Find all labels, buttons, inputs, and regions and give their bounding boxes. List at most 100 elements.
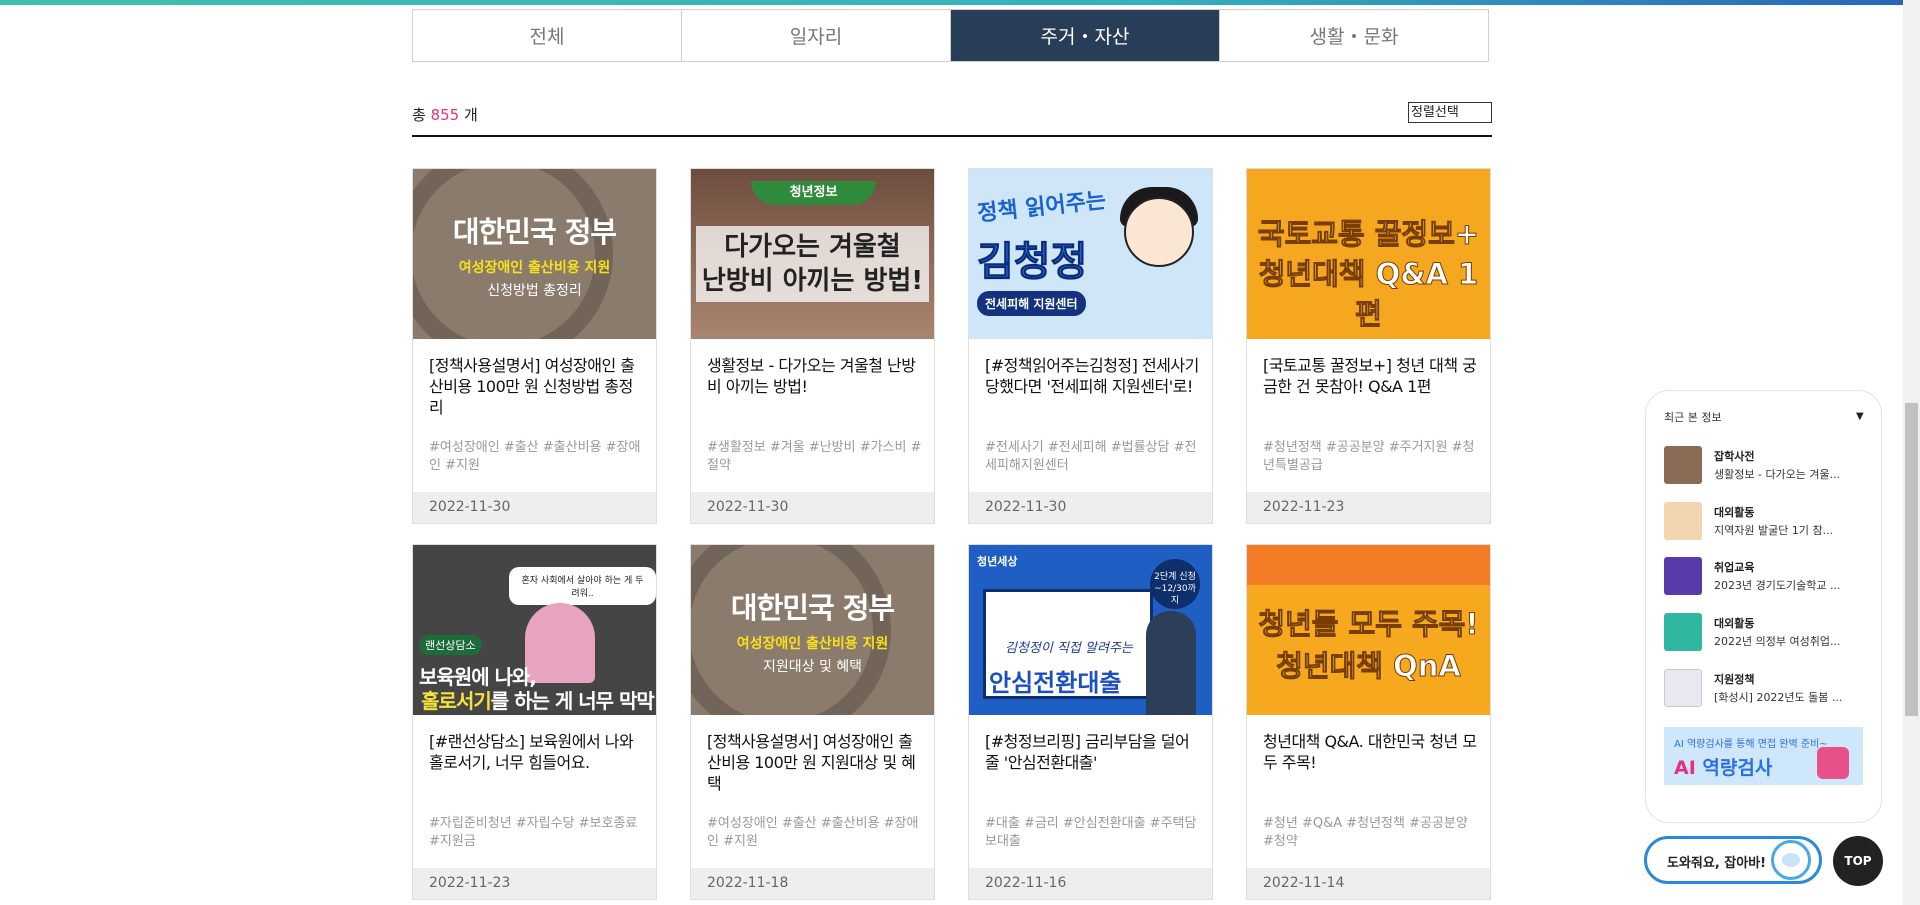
recent-category: 취업교육 [1714, 561, 1755, 574]
top-accent-bar [0, 0, 1920, 5]
card-date: 2022-11-30 [413, 492, 656, 523]
card-tags: #여성장애인 #출산 #출산비용 #장애인 #지원 [707, 816, 919, 849]
tab-all[interactable]: 전체 [413, 10, 682, 61]
content-card[interactable]: 국토교통 꿀정보+ 청년대책 Q&A 1편 [국토교통 꿀정보+] 청년 대책 … [1246, 168, 1491, 524]
thumb-line2: 난방비 아끼는 방법! [701, 266, 924, 296]
thumb-subtitle: 신청방법 총정리 [487, 282, 582, 299]
card-title[interactable]: [정책사용설명서] 여성장애인 출산비용 100만 원 지원대상 및 혜택 [707, 731, 922, 794]
ai-assessment-banner[interactable]: AI 역량검사를 통해 면접 완벽 준비~ AI 역량검사 [1664, 727, 1863, 785]
result-count: 총 855 개 [412, 104, 478, 125]
tab-jobs[interactable]: 일자리 [682, 10, 951, 61]
recent-title: 지역자원 발굴단 1기 참... [1714, 524, 1834, 537]
recent-title: 생활정보 - 다가오는 겨울... [1714, 468, 1841, 481]
card-tags: #청년 #Q&A #청년정책 #공공분양 #청약 [1263, 816, 1468, 849]
recent-category: 지원정책 [1714, 673, 1755, 686]
thumb-decoration [1247, 545, 1490, 585]
recent-title: 2022년 의정부 여성취업... [1714, 635, 1841, 648]
card-tags: #청년정책 #공공분양 #주거지원 #청년특별공급 [1263, 440, 1475, 473]
thumb-subtitle: 지원대상 및 혜택 [762, 658, 863, 675]
thumb-line2: 청년대책 Q&A 1편 [1258, 257, 1479, 332]
scrollbar-thumb[interactable] [1905, 403, 1918, 716]
card-title[interactable]: [국토교통 꿀정보+] 청년 대책 궁금한 건 못참아! Q&A 1편 [1263, 355, 1478, 397]
sort-select[interactable]: 정렬선택 [1408, 102, 1492, 123]
card-tags: #전세사기 #전세피해 #법률상담 #전세피해지원센터 [985, 440, 1197, 473]
thumb-line1: 정책 읽어주는 [976, 188, 1108, 227]
thumb-headline: 대한민국 정부 [452, 214, 617, 249]
card-thumbnail: 대한민국 정부 여성장애인 출산비용 지원 신청방법 총정리 [413, 169, 656, 339]
thumb-line1: 국토교통 꿀정보+ [1257, 217, 1480, 252]
card-date: 2022-11-16 [969, 868, 1212, 899]
character-face [1124, 197, 1194, 267]
recent-category: 대외활동 [1714, 506, 1755, 519]
content-card[interactable]: 대한민국 정부 여성장애인 출산비용 지원 신청방법 총정리 [정책사용설명서]… [412, 168, 657, 524]
count-suffix: 개 [464, 106, 478, 124]
card-thumbnail: 혼자 사회에서 살아야 하는 게 두려워.. 랜선상담소 보육원에 나와, 홀로… [413, 545, 656, 715]
card-thumbnail: 청년정보 다가오는 겨울철 난방비 아끼는 방법! [691, 169, 934, 339]
card-date: 2022-11-23 [413, 868, 656, 899]
result-summary-row: 총 855 개 정렬선택 [412, 100, 1492, 137]
help-label: 도와줘요, 잡아바! [1667, 856, 1767, 871]
recent-item[interactable]: 지원정책 [화성시] 2022년도 돌봄 ... [1664, 669, 1864, 709]
recent-item[interactable]: 대외활동 지역자원 발굴단 1기 참... [1664, 502, 1864, 542]
scroll-top-button[interactable]: TOP [1833, 836, 1883, 886]
help-chatbot-button[interactable]: 도와줘요, 잡아바! [1644, 836, 1822, 884]
category-tabs: 전체 일자리 주거・자산 생활・문화 [412, 9, 1489, 62]
thumb-line2: 김청정 [976, 239, 1088, 286]
card-title[interactable]: [#청정브리핑] 금리부담을 덜어줄 '안심전환대출' [985, 731, 1200, 773]
thumb-handwriting: 김청정이 직접 알려주는 [1005, 641, 1133, 656]
thumb-line1: 청년들 모두 주목! [1258, 607, 1479, 642]
recent-item[interactable]: 잡학사전 생활정보 - 다가오는 겨울... [1664, 446, 1864, 486]
chip-icon [1817, 747, 1849, 779]
card-tags: #대출 #금리 #안심전환대출 #주택담보대출 [985, 816, 1197, 849]
thumb-line2-rest: 를 하는 게 너무 막막해요. [490, 689, 655, 713]
recently-viewed-panel: 최근 본 정보 ▼ 잡학사전 생활정보 - 다가오는 겨울... 대외활동 지역… [1645, 390, 1882, 823]
thumb-headline: 안심전환대출 [989, 669, 1122, 697]
card-tags: #생활정보 #겨울 #난방비 #가스비 #절약 [707, 440, 922, 473]
thumb-line3: 전세피해 지원센터 [977, 291, 1086, 316]
thumb-person [1146, 611, 1196, 715]
card-title[interactable]: 청년대책 Q&A. 대한민국 청년 모두 주목! [1263, 731, 1478, 773]
tab-housing-assets[interactable]: 주거・자산 [951, 10, 1220, 61]
card-thumbnail: 청년들 모두 주목! 청년대책 QnA [1247, 545, 1490, 715]
content-card[interactable]: 청년세상 김청정이 직접 알려주는 안심전환대출 2단계 신청 ~12/30까지… [968, 544, 1213, 900]
content-card[interactable]: 대한민국 정부 여성장애인 출산비용 지원 지원대상 및 혜택 [정책사용설명서… [690, 544, 935, 900]
thumb-line1: 다가오는 겨울철 [724, 232, 901, 262]
ai-banner-rest: 역량검사 [1695, 757, 1773, 779]
thumb-headline: 청년들 모두 주목! 청년대책 QnA [1258, 603, 1479, 687]
recent-thumbnail [1664, 613, 1702, 651]
ai-banner-ai: AI [1674, 757, 1696, 779]
card-title[interactable]: [#랜선상담소] 보육원에서 나와 홀로서기, 너무 힘들어요. [429, 731, 644, 773]
card-title[interactable]: [#정책읽어주는김청정] 전세사기 당했다면 '전세피해 지원센터'로! [985, 355, 1200, 397]
recent-category: 잡학사전 [1714, 450, 1755, 463]
thumb-line2-highlight: 홀로서기 [421, 689, 492, 713]
tab-life-culture[interactable]: 생활・문화 [1220, 10, 1488, 61]
recent-category: 대외활동 [1714, 617, 1755, 630]
card-date: 2022-11-30 [691, 492, 934, 523]
card-thumbnail: 국토교통 꿀정보+ 청년대책 Q&A 1편 [1247, 169, 1490, 339]
recent-item[interactable]: 취업교육 2023년 경기도기술학교 ... [1664, 557, 1864, 597]
thumb-line2: 홀로서기를 하는 게 너무 막막해요. [419, 685, 656, 715]
thumb-headline: 다가오는 겨울철 난방비 아끼는 방법! [695, 226, 930, 302]
thumb-speech-bubble: 혼자 사회에서 살아야 하는 게 두려워.. [509, 567, 656, 605]
ai-banner-title: AI 역량검사 [1674, 753, 1772, 780]
ai-banner-caption: AI 역량검사를 통해 면접 완벽 준비~ [1674, 739, 1828, 750]
content-card[interactable]: 청년정보 다가오는 겨울철 난방비 아끼는 방법! 생활정보 - 다가오는 겨울… [690, 168, 935, 524]
card-date: 2022-11-14 [1247, 868, 1490, 899]
content-card[interactable]: 정책 읽어주는 김청정 전세피해 지원센터 [#정책읽어주는김청정] 전세사기 … [968, 168, 1213, 524]
recent-thumbnail [1664, 502, 1702, 540]
thumb-highlight: 여성장애인 출산비용 지원 [736, 635, 889, 652]
recent-title: [화성시] 2022년도 돌봄 ... [1714, 691, 1843, 704]
recent-thumbnail [1664, 557, 1702, 595]
content-card[interactable]: 혼자 사회에서 살아야 하는 게 두려워.. 랜선상담소 보육원에 나와, 홀로… [412, 544, 657, 900]
thumb-tag: 랜선상담소 [419, 635, 482, 655]
card-title[interactable]: [정책사용설명서] 여성장애인 출산비용 100만 원 신청방법 총정리 [429, 355, 644, 418]
card-date: 2022-11-23 [1247, 492, 1490, 523]
recent-item[interactable]: 대외활동 2022년 의정부 여성취업... [1664, 613, 1864, 653]
thumb-headline: 대한민국 정부 [730, 590, 895, 625]
caret-down-icon[interactable]: ▼ [1856, 411, 1864, 422]
card-title[interactable]: 생활정보 - 다가오는 겨울철 난방비 아끼는 방법! [707, 355, 922, 397]
thumb-banner: 청년정보 [751, 181, 876, 205]
card-thumbnail: 청년세상 김청정이 직접 알려주는 안심전환대출 2단계 신청 ~12/30까지 [969, 545, 1212, 715]
card-tags: #자립준비청년 #자립수당 #보호종료 #지원금 [429, 816, 638, 849]
content-card[interactable]: 청년들 모두 주목! 청년대책 QnA 청년대책 Q&A. 대한민국 청년 모두… [1246, 544, 1491, 900]
